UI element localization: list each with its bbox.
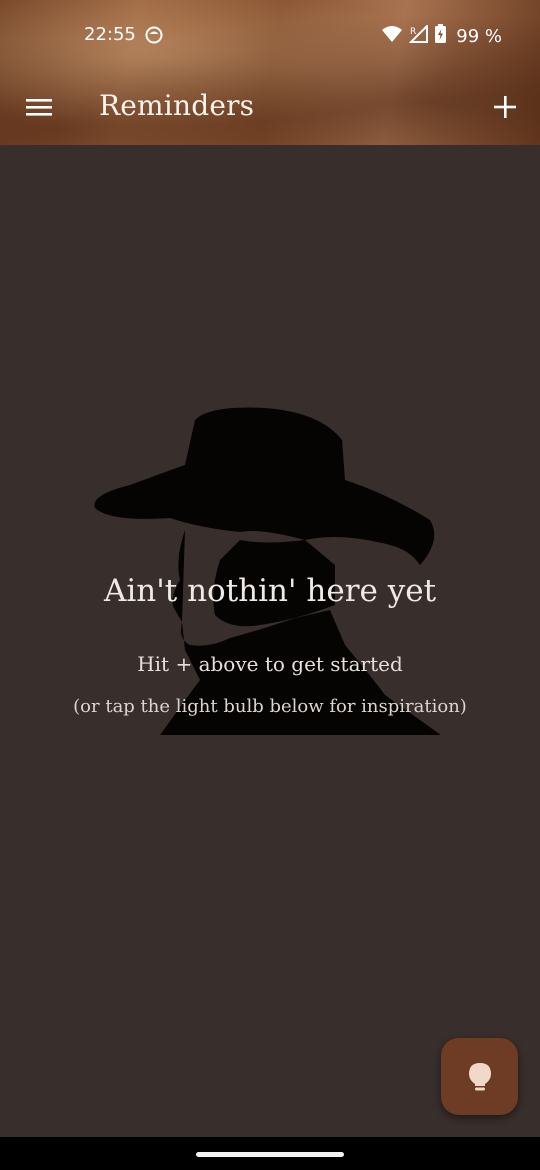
toolbar: Reminders — [0, 70, 540, 145]
cellular-roaming-icon: R — [408, 23, 429, 48]
empty-state-subtitle: Hit + above to get started — [137, 652, 403, 676]
hamburger-menu-icon — [26, 99, 52, 116]
empty-state: Ain't nothin' here yet Hit + above to ge… — [0, 395, 540, 740]
status-icons: R 99 % — [381, 23, 502, 48]
plus-icon — [494, 96, 516, 118]
cowboy-silhouette-image — [94, 407, 440, 735]
lightbulb-icon — [468, 1062, 491, 1090]
inspiration-button[interactable] — [441, 1038, 518, 1115]
system-navigation-bar — [0, 1137, 540, 1170]
svg-text:R: R — [410, 27, 416, 37]
empty-state-title: Ain't nothin' here yet — [103, 573, 437, 609]
home-gesture-handle[interactable] — [196, 1152, 344, 1157]
add-reminder-button[interactable] — [488, 90, 522, 124]
empty-state-hint: (or tap the light bulb below for inspira… — [73, 696, 467, 717]
wifi-icon — [381, 25, 403, 48]
app-header: 22:55 R 99 % Reminders — [0, 0, 540, 145]
battery-percentage: 99 % — [456, 25, 502, 47]
status-time: 22:55 — [84, 24, 136, 45]
status-bar: 22:55 R 99 % — [0, 0, 540, 70]
page-title: Reminders — [99, 89, 255, 122]
battery-charging-icon — [435, 24, 447, 48]
app-notification-icon — [145, 26, 163, 44]
menu-button[interactable] — [22, 90, 56, 124]
